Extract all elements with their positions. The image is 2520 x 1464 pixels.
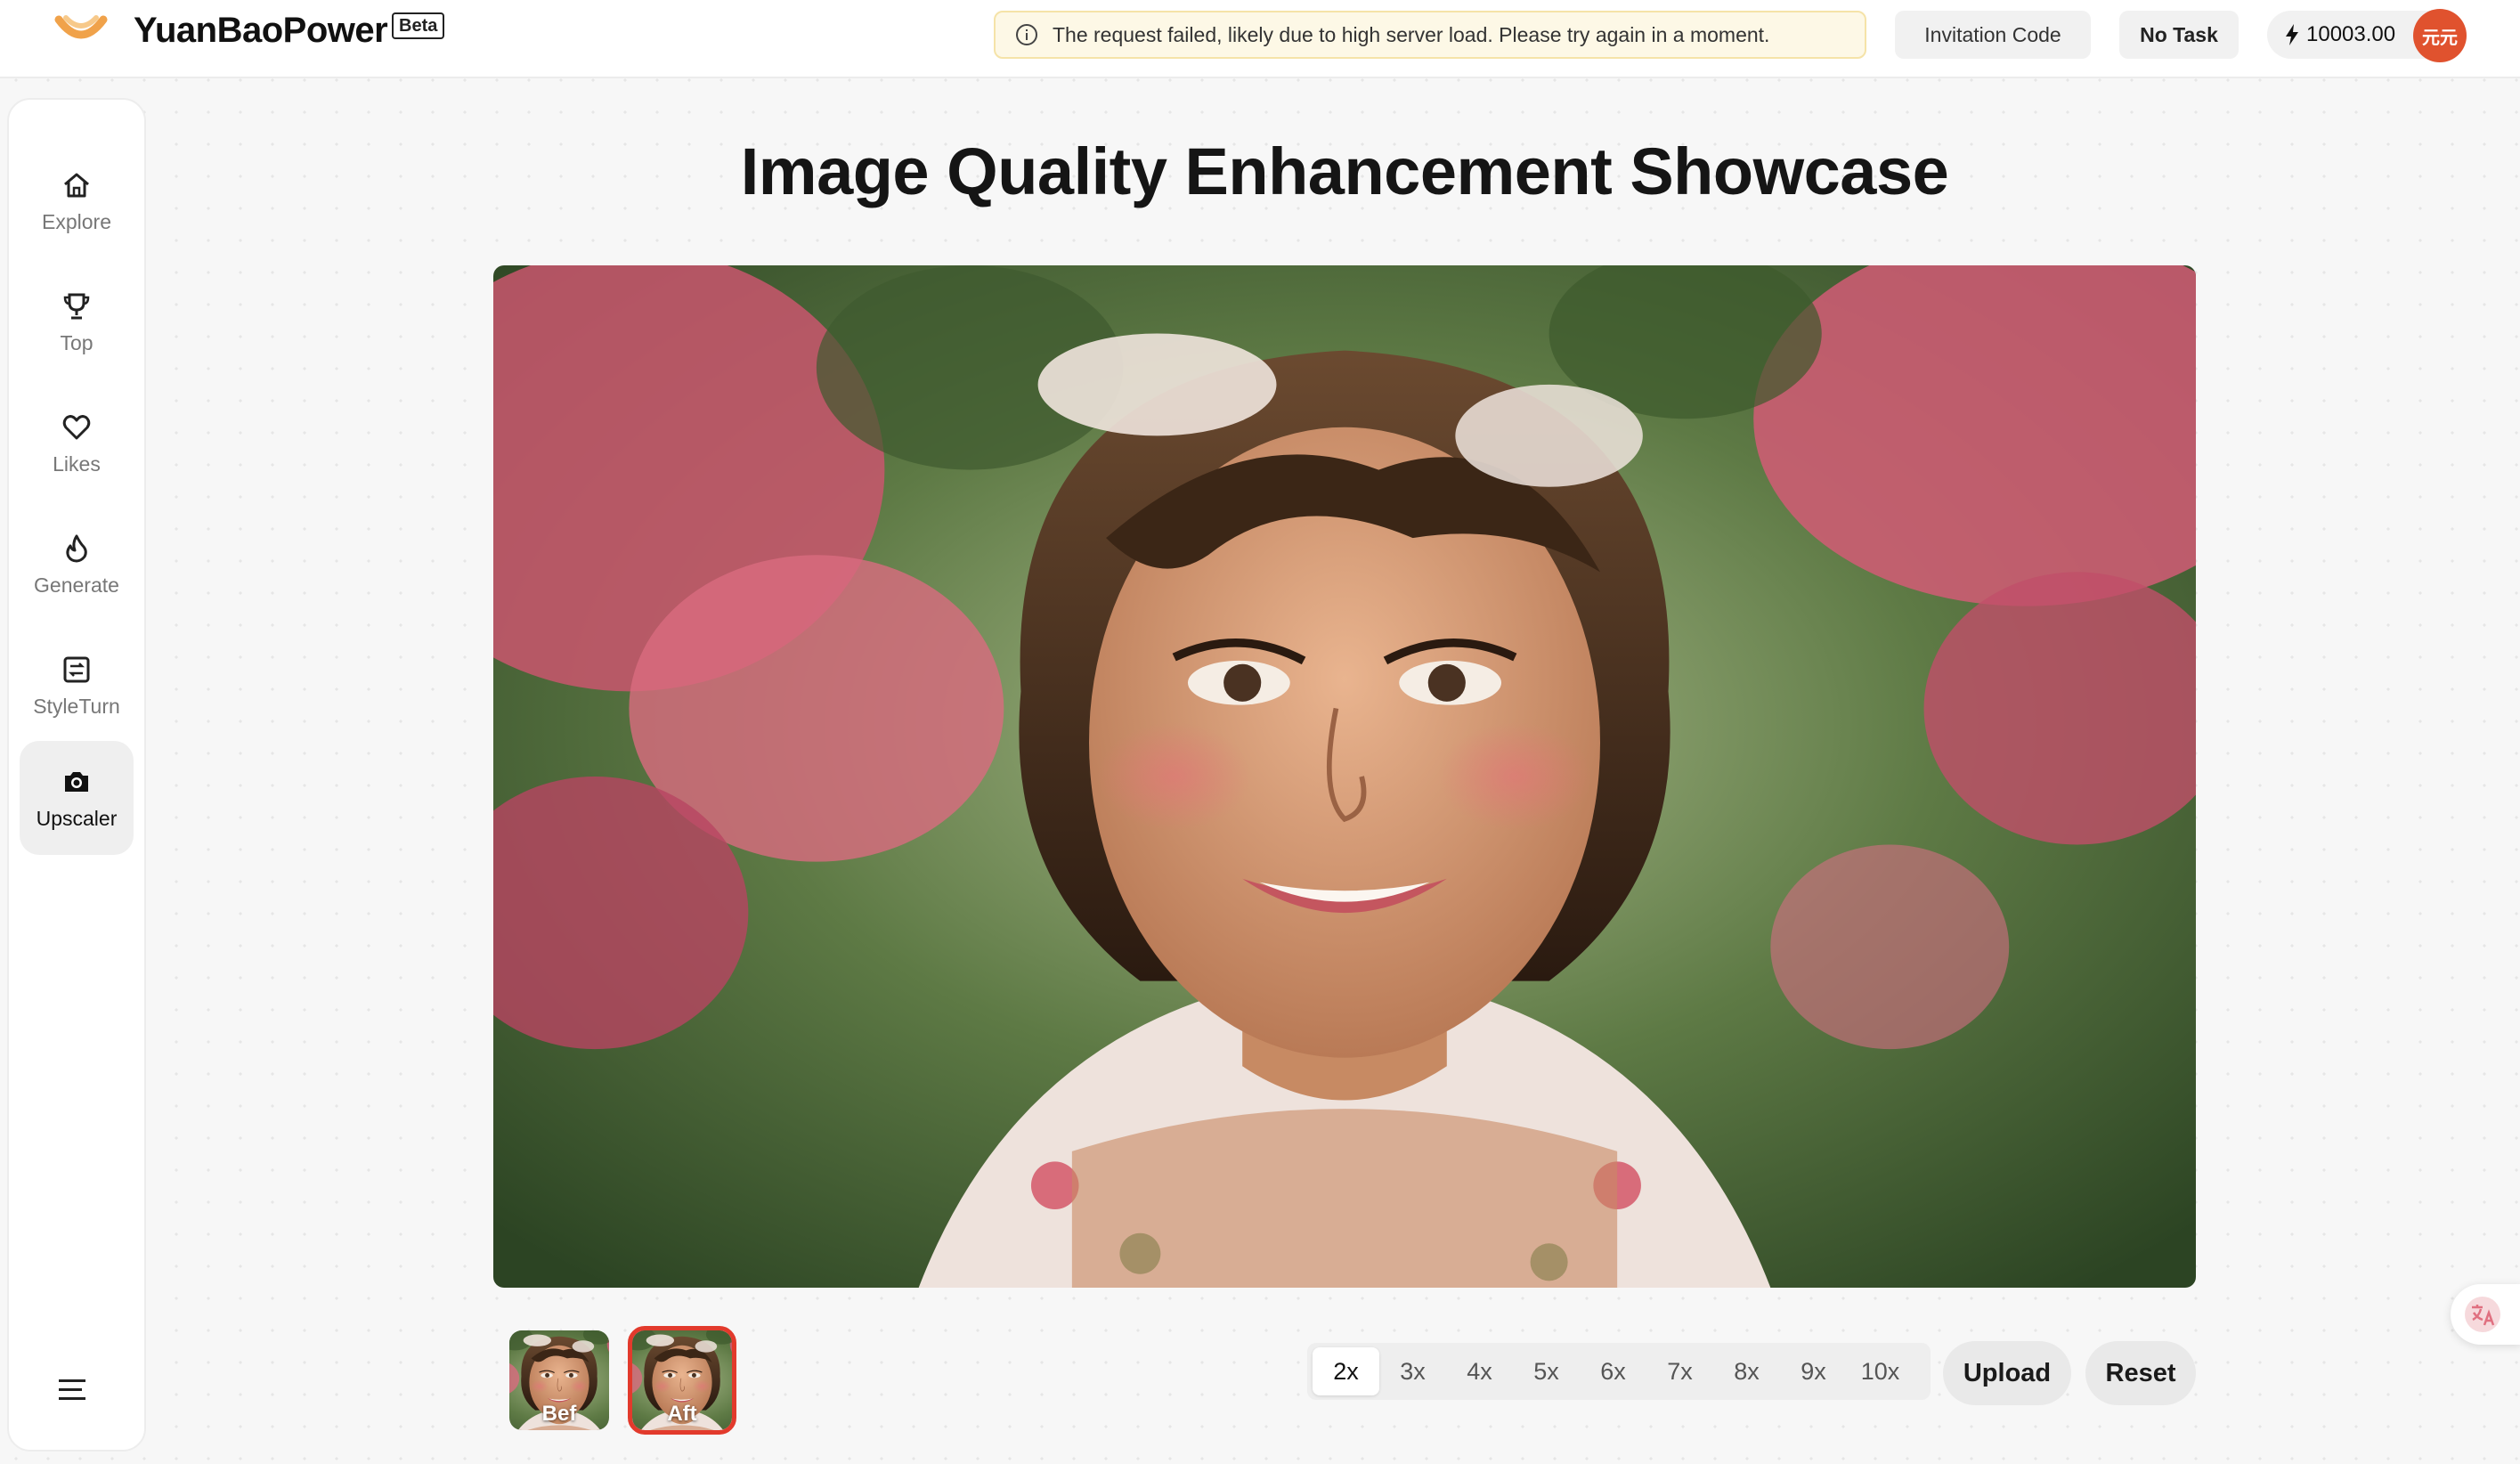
sidebar-item-label: Top <box>60 330 93 354</box>
sidebar-item-styleturn[interactable]: StyleTurn <box>20 629 134 743</box>
upload-button[interactable]: Upload <box>1943 1341 2071 1405</box>
top-bar: YuanBaoPower Beta The request failed, li… <box>0 0 2520 78</box>
flame-icon <box>66 534 87 562</box>
sidebar: Explore Top Likes Generate StyleTurn Ups… <box>7 98 146 1452</box>
translate-icon <box>2465 1297 2500 1332</box>
logo-icon[interactable] <box>53 11 109 53</box>
scale-option-6x[interactable]: 6x <box>1580 1347 1646 1395</box>
sidebar-item-generate[interactable]: Generate <box>20 508 134 622</box>
scale-option-9x[interactable]: 9x <box>1780 1347 1847 1395</box>
sidebar-item-label: StyleTurn <box>33 694 120 718</box>
info-icon <box>1016 24 1037 45</box>
scale-option-8x[interactable]: 8x <box>1713 1347 1780 1395</box>
scale-selector: 2x 3x 4x 5x 6x 7x 8x 9x 10x <box>1307 1343 1931 1400</box>
sidebar-item-label: Explore <box>42 209 111 233</box>
heart-icon <box>62 414 91 439</box>
scale-option-7x[interactable]: 7x <box>1646 1347 1713 1395</box>
camera-icon <box>65 771 88 792</box>
sidebar-item-explore[interactable]: Explore <box>20 144 134 258</box>
sidebar-item-upscaler[interactable]: Upscaler <box>20 741 134 855</box>
sidebar-item-label: Generate <box>34 573 119 597</box>
alert-message: The request failed, likely due to high s… <box>1053 22 1770 46</box>
bolt-icon <box>2286 24 2298 45</box>
thumbnail-label: Aft <box>667 1402 697 1426</box>
showcase-image <box>493 265 2196 1288</box>
scale-option-10x[interactable]: 10x <box>1847 1347 1914 1395</box>
scale-option-3x[interactable]: 3x <box>1379 1347 1446 1395</box>
sidebar-item-label: Likes <box>53 451 101 476</box>
swap-icon <box>63 656 90 682</box>
invitation-code-button[interactable]: Invitation Code <box>1895 11 2091 59</box>
scale-option-4x[interactable]: 4x <box>1446 1347 1513 1395</box>
scale-option-5x[interactable]: 5x <box>1513 1347 1580 1395</box>
sidebar-item-label: Upscaler <box>36 806 118 830</box>
error-alert: The request failed, likely due to high s… <box>994 11 1866 59</box>
thumbnail-before[interactable]: Bef <box>509 1330 609 1430</box>
beta-badge: Beta <box>392 12 445 39</box>
home-icon <box>64 173 89 197</box>
menu-icon[interactable] <box>55 1375 91 1405</box>
task-status-button[interactable]: No Task <box>2119 11 2239 59</box>
avatar[interactable]: 元元 <box>2413 9 2467 62</box>
sidebar-item-top[interactable]: Top <box>20 265 134 379</box>
thumbnail-label: Bef <box>541 1402 577 1426</box>
credits-value: 10003.00 <box>2306 22 2396 46</box>
page-title: Image Quality Enhancement Showcase <box>740 134 1949 208</box>
scale-option-2x[interactable]: 2x <box>1313 1347 1379 1395</box>
translate-button[interactable] <box>2451 1284 2520 1345</box>
brand-name[interactable]: YuanBaoPower <box>134 5 388 55</box>
trophy-icon <box>63 293 90 319</box>
reset-button[interactable]: Reset <box>2085 1341 2196 1405</box>
thumbnail-after[interactable]: Aft <box>628 1326 736 1435</box>
sidebar-item-likes[interactable]: Likes <box>20 386 134 500</box>
